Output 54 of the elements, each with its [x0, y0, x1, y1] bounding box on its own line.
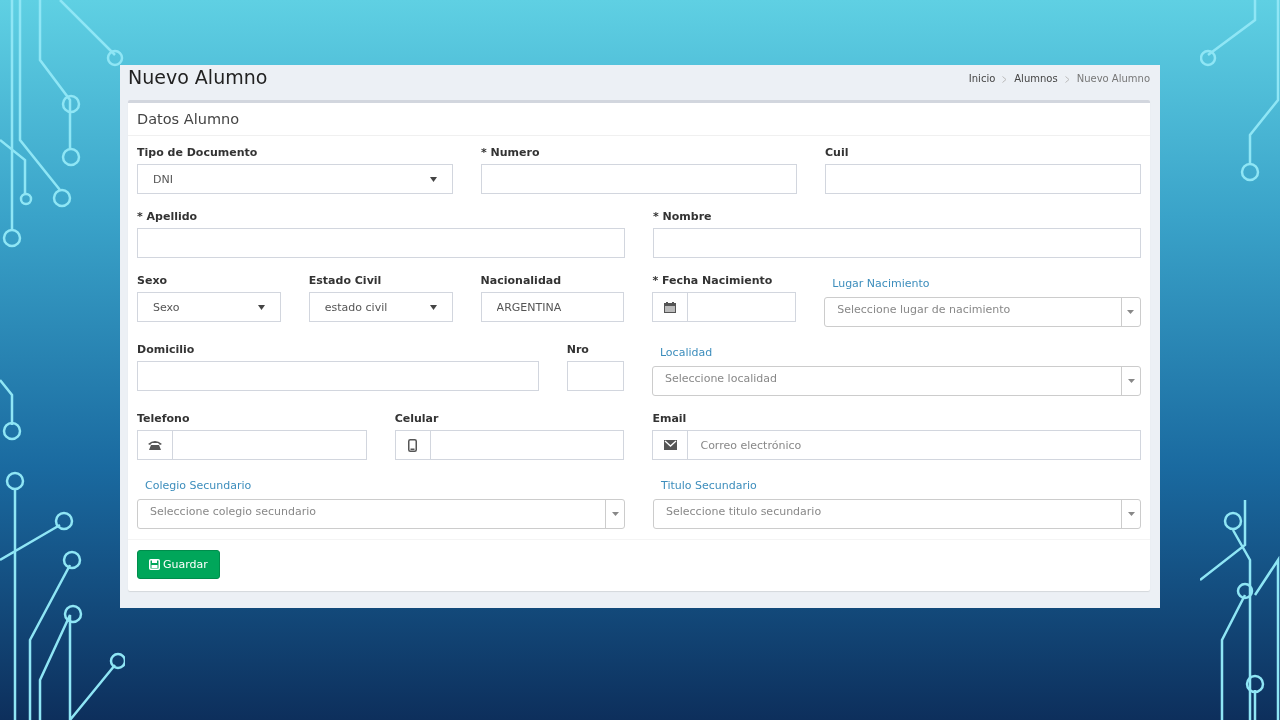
field-label: Titulo Secundario [660, 479, 758, 493]
input-field[interactable] [430, 430, 625, 460]
breadcrumb-link[interactable]: Inicio [968, 73, 996, 84]
field-label: Nacionalidad [480, 274, 563, 288]
breadcrumb-link[interactable]: Nuevo Alumno [1076, 73, 1150, 84]
input-field[interactable] [137, 361, 539, 391]
caret-icon [1127, 310, 1135, 314]
field-label: Localidad [658, 346, 714, 360]
caret-icon [1127, 512, 1135, 516]
caret-icon [1127, 379, 1135, 383]
select-field[interactable]: Seleccione lugar de nacimiento [824, 297, 1141, 327]
select-field[interactable]: Seleccione localidad [651, 366, 1141, 396]
field-label: Nro [566, 343, 590, 357]
caret-icon [611, 512, 619, 516]
field-label: Telefono [137, 412, 191, 426]
select-field[interactable]: DNI [137, 164, 453, 194]
select-field[interactable]: estado civil [308, 292, 453, 322]
field-label: * Apellido [137, 210, 199, 224]
field-label: Estado Civil [308, 274, 383, 288]
input-field[interactable] [173, 430, 367, 460]
caret-icon [430, 176, 437, 182]
chevron-icon [1002, 76, 1008, 83]
caret-icon [257, 304, 265, 310]
breadcrumb-link[interactable]: Alumnos [1014, 73, 1058, 84]
input-field[interactable] [566, 361, 624, 391]
field-label: Domicilio [137, 343, 196, 357]
phone-icon [148, 440, 162, 450]
field-label: Colegio Secundario [144, 479, 253, 493]
select-field[interactable]: Sexo [137, 292, 281, 322]
field-label: Tipo de Documento [137, 146, 259, 160]
mobile-phone-icon [408, 438, 418, 452]
field-label: Lugar Nacimiento [831, 277, 931, 291]
select-field[interactable]: Seleccione titulo secundario [653, 499, 1141, 529]
page-title: Nuevo Alumno [128, 65, 268, 89]
select-field[interactable]: Seleccione colegio secundario [137, 499, 625, 529]
input-field[interactable] [481, 164, 797, 194]
input-field[interactable] [825, 164, 1141, 194]
field-label: * Numero [481, 146, 541, 160]
chevron-icon [1064, 76, 1070, 83]
input-field[interactable] [137, 228, 625, 258]
input-field[interactable] [653, 228, 1141, 258]
envelope-icon [663, 440, 677, 450]
field-label: Sexo [137, 274, 169, 288]
field-label: * Fecha Nacimiento [652, 274, 774, 288]
input-field[interactable]: ARGENTINA [480, 292, 625, 322]
field-label: * Nombre [653, 210, 713, 224]
card-title: Datos Alumno [137, 111, 241, 127]
input-field[interactable] [688, 292, 797, 322]
calendar-icon [664, 301, 677, 313]
field-label: Email [652, 412, 688, 426]
field-label: Celular [394, 412, 440, 426]
input-field[interactable]: Correo electrónico [688, 430, 1141, 460]
caret-icon [429, 304, 437, 310]
field-label: Cuil [825, 146, 850, 160]
